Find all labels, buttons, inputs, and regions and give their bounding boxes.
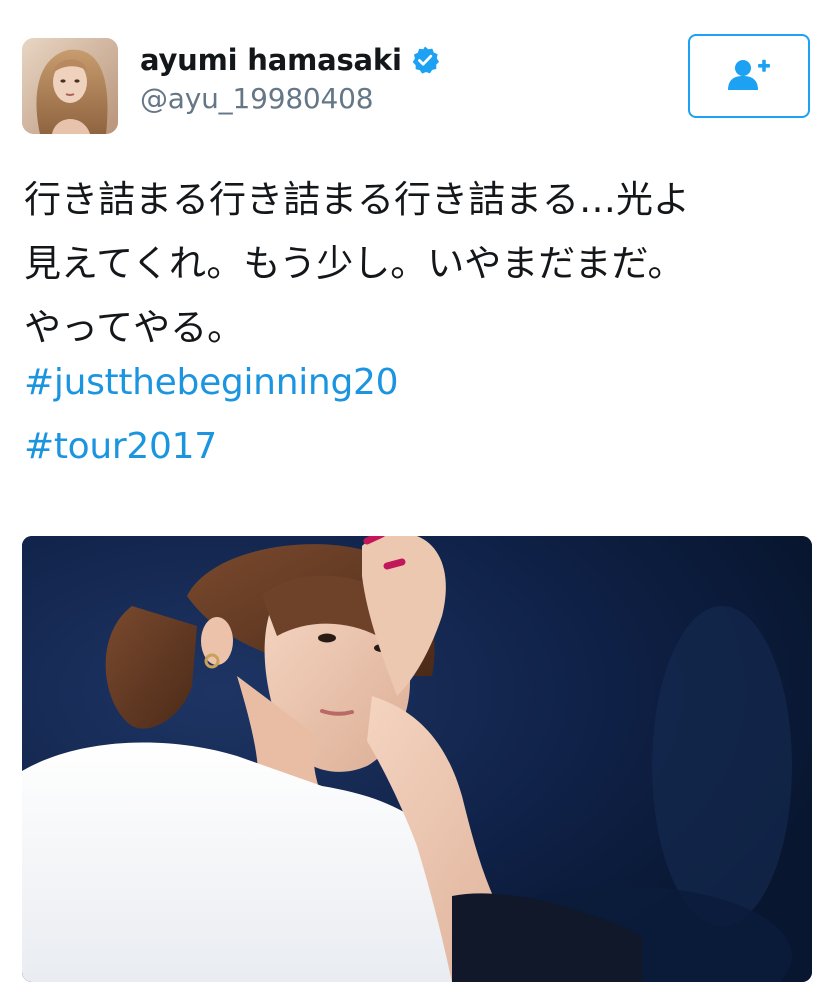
photo-image: [22, 536, 812, 982]
user-name-row: ayumi hamasaki: [140, 40, 440, 80]
follow-button[interactable]: [688, 34, 810, 118]
tweet-media-photo[interactable]: [22, 536, 812, 982]
user-handle[interactable]: @ayu_19980408: [140, 82, 374, 115]
avatar[interactable]: [22, 38, 118, 134]
avatar-photo: [22, 38, 118, 134]
add-user-icon: [728, 59, 770, 90]
display-name[interactable]: ayumi hamasaki: [140, 43, 402, 77]
hashtag-link[interactable]: #justthebeginning20: [24, 362, 399, 403]
hashtag-link[interactable]: #tour2017: [24, 426, 217, 467]
tweet-text-line: 行き詰まる行き詰まる行き詰まる…光よ: [24, 178, 690, 221]
tweet-text: 行き詰まる行き詰まる行き詰まる…光よ 見えてくれ。もう少し。いやまだまだ。 やっ…: [24, 168, 804, 360]
verified-badge-icon: [410, 45, 440, 75]
tweet-text-line: 見えてくれ。もう少し。いやまだまだ。: [24, 242, 685, 285]
tweet-text-line: やってやる。: [24, 306, 245, 349]
